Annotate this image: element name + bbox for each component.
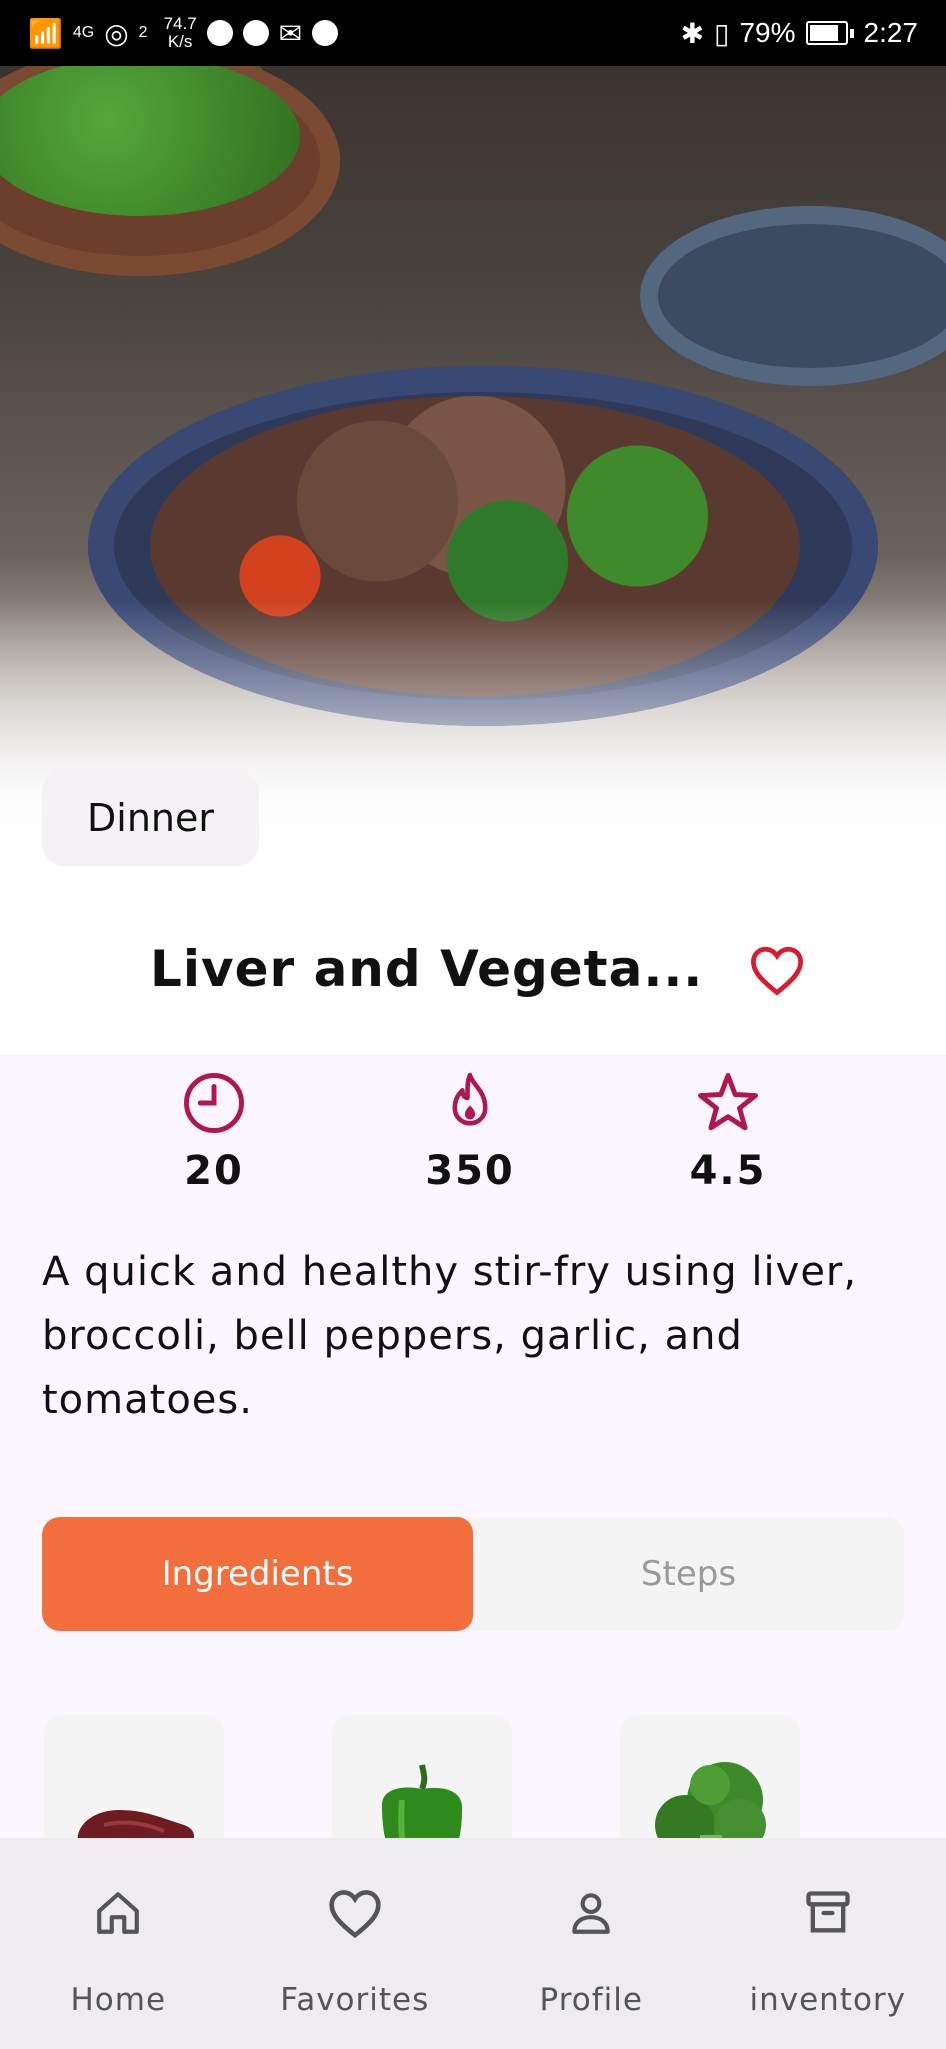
stat-rating: 4.5 — [648, 1070, 808, 1194]
messenger-icon — [206, 20, 233, 46]
star-icon — [698, 1073, 758, 1131]
status-bar: 📶 4G ◎ 2 74.7 K/s ✉ ✱ ▯ 79% 2:27 — [0, 0, 946, 66]
user-icon — [572, 1893, 610, 1934]
favorite-heart-icon[interactable] — [748, 944, 806, 996]
messenger-icon — [312, 20, 339, 46]
heart-icon — [329, 1890, 381, 1939]
clock: 2:27 — [863, 17, 919, 48]
nav-profile[interactable]: Profile — [473, 1838, 710, 2049]
recipe-hero-image — [0, 66, 946, 880]
stat-time: 20 — [134, 1070, 294, 1194]
signal-icon: 📶 — [28, 17, 63, 49]
recipe-tabs: Ingredients Steps — [42, 1517, 904, 1631]
stat-calories: 350 — [390, 1070, 550, 1194]
nav-favorites[interactable]: Favorites — [237, 1838, 474, 2049]
vibrate-icon: ▯ — [714, 17, 730, 49]
facebook-icon — [242, 20, 269, 46]
network-speed: 74.7 K/s — [163, 14, 197, 51]
stat-time-value: 20 — [184, 1148, 244, 1194]
bluetooth-icon: ✱ — [680, 17, 705, 49]
bottom-navigation: Home Favorites Profile inventory — [0, 1838, 946, 2049]
network-type: 4G — [72, 24, 95, 41]
battery-icon — [805, 21, 854, 45]
tab-ingredients[interactable]: Ingredients — [42, 1517, 473, 1631]
status-right: ✱ ▯ 79% 2:27 — [681, 17, 918, 50]
home-icon — [97, 1892, 140, 1934]
nav-profile-label: Profile — [539, 1982, 643, 2018]
hotspot-icon: ◎ — [104, 17, 129, 49]
stat-rating-value: 4.5 — [689, 1148, 767, 1194]
nav-inventory[interactable]: inventory — [710, 1838, 946, 2049]
nav-home[interactable]: Home — [0, 1838, 237, 2049]
recipe-stats: 20 350 4.5 — [0, 1070, 946, 1200]
recipe-title: Liver and Vegeta... — [150, 940, 704, 998]
battery-percent: 79% — [739, 17, 796, 48]
status-left: 📶 4G ◎ 2 74.7 K/s ✉ — [28, 14, 339, 51]
nav-inventory-label: inventory — [749, 1982, 907, 2018]
category-chip: Dinner — [42, 770, 259, 866]
archive-icon — [806, 1891, 850, 1933]
clock-icon — [184, 1073, 244, 1133]
gmail-icon: ✉ — [278, 17, 303, 49]
ingredient-list — [0, 1715, 946, 1915]
nav-home-label: Home — [70, 1982, 167, 2018]
tab-steps[interactable]: Steps — [473, 1517, 904, 1631]
stat-calories-value: 350 — [425, 1148, 515, 1194]
hotspot-count: 2 — [138, 24, 148, 41]
fire-icon — [452, 1072, 488, 1126]
nav-favorites-label: Favorites — [280, 1982, 430, 2018]
recipe-description: A quick and healthy stir-fry using liver… — [42, 1249, 858, 1423]
